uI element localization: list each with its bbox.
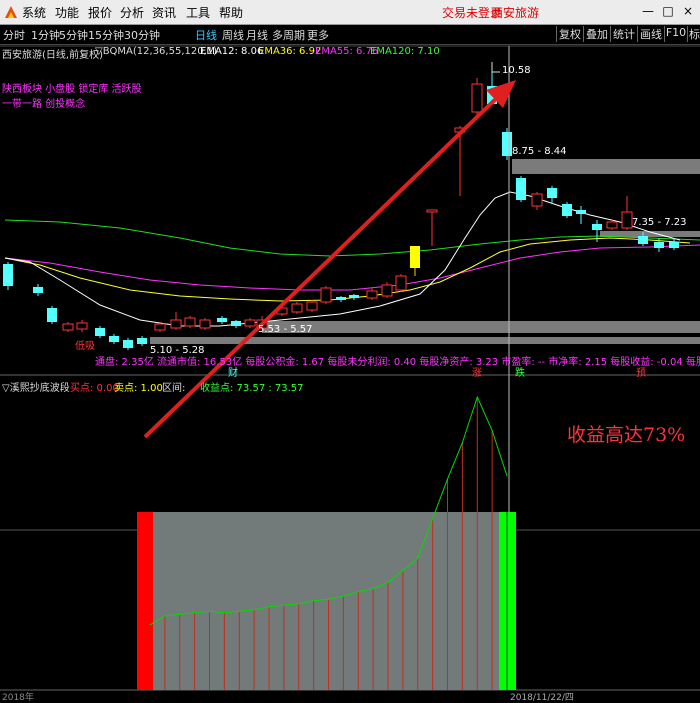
ema55-line xyxy=(4,244,700,291)
range-label-2: 7.35 - 7.23 xyxy=(632,217,687,228)
candle-body xyxy=(47,308,57,322)
candle-body xyxy=(516,178,526,200)
trend-arrow xyxy=(143,90,505,439)
candle-body xyxy=(502,132,512,156)
candle-body xyxy=(606,221,618,229)
range-label-1: 8.75 - 8.44 xyxy=(512,146,567,157)
candle-body xyxy=(231,321,241,326)
low-buy-marker: 低吸 xyxy=(75,341,95,352)
marker-finance: 财 xyxy=(228,368,238,379)
candle-body xyxy=(199,319,211,329)
high-marker xyxy=(491,62,500,73)
profit-point-label: 收益点: 73.57 : 73.57 xyxy=(200,383,304,394)
candle-body xyxy=(244,319,256,327)
ema36-label: EMA36: 6.92 xyxy=(258,46,322,57)
cursor-date: 2018/11/22/四 xyxy=(510,693,574,703)
candle-body xyxy=(95,328,105,336)
sell-point-label: 卖点: 1.00 xyxy=(114,383,163,394)
candle-body xyxy=(410,246,420,268)
buy-block xyxy=(137,512,153,690)
candle-body xyxy=(291,303,303,313)
candle-body xyxy=(137,338,147,344)
candle-body xyxy=(3,264,13,286)
candle-body xyxy=(109,336,119,342)
candle-body xyxy=(621,211,633,229)
candle-body xyxy=(531,193,543,207)
chart-title: 西安旅游(日线,前复权) xyxy=(2,50,103,61)
candle-body xyxy=(62,323,74,331)
range-label-3: 5.53 - 5.57 xyxy=(258,324,313,335)
candle-body xyxy=(638,236,648,244)
candle-body xyxy=(471,83,483,113)
candle-body xyxy=(349,295,359,298)
support-zone xyxy=(262,321,700,333)
candle-body xyxy=(562,204,572,216)
candle-body xyxy=(170,319,182,329)
marker-limit-down: 跌 xyxy=(515,368,525,379)
candle-body xyxy=(576,210,586,214)
candle-body xyxy=(154,323,166,331)
candle-body xyxy=(669,242,679,248)
marker-forecast: 预 xyxy=(636,368,646,379)
fundamentals-bar: 通盘: 2.35亿 流通市值: 16.53亿 每股公积金: 1.67 每股未分利… xyxy=(95,357,700,368)
ema36-line xyxy=(4,237,691,302)
support-zone-2 xyxy=(150,337,700,344)
candle-body xyxy=(320,287,332,303)
candle-body xyxy=(217,318,227,322)
ema120-label: EMA120: 7.10 xyxy=(370,46,440,57)
sub-indicator-title[interactable]: ▽溪熙抄底波段 xyxy=(2,379,70,394)
concept-tags-1: 陕西板块 小盘股 锁定库 活跃股 xyxy=(2,84,142,95)
candle-body xyxy=(76,322,88,330)
candle-body xyxy=(336,297,346,300)
candle-body xyxy=(306,301,318,311)
candle-body xyxy=(592,224,602,230)
candle-body xyxy=(184,317,196,327)
marker-limit-up: 涨 xyxy=(472,368,482,379)
concept-tags-2: 一带一路 创投概念 xyxy=(2,99,86,110)
candle-body xyxy=(426,209,438,213)
candle-body xyxy=(366,290,378,299)
kline-chart[interactable] xyxy=(0,0,700,700)
candle-body xyxy=(395,275,407,291)
candle-body xyxy=(381,284,393,297)
ema55-label: EMA55: 6.76 xyxy=(315,46,379,57)
candle-body xyxy=(123,340,133,348)
indicator-formula[interactable]: ▽BQMA(12,36,55,120,1) xyxy=(95,46,217,57)
resistance-zone xyxy=(512,159,700,174)
candle-body xyxy=(33,287,43,293)
high-price-label: 10.58 xyxy=(502,65,531,76)
profit-annotation: 收益高达73% xyxy=(567,424,686,446)
buy-point-label: 买点: 0.00 xyxy=(70,383,119,394)
ema12-label: EMA12: 8.06 xyxy=(200,46,264,57)
range-label: 区间: xyxy=(162,383,186,394)
candlestick-group xyxy=(3,68,679,350)
candle-body xyxy=(654,242,664,248)
holding-zone xyxy=(137,512,499,690)
candle-body xyxy=(547,188,557,198)
axis-date-left: 2018年 xyxy=(2,693,34,703)
